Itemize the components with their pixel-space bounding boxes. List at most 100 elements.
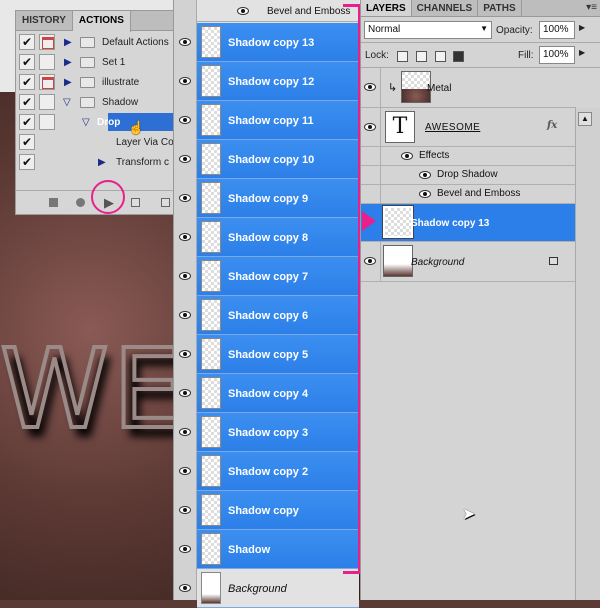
scroll-up-icon[interactable]: ▲: [578, 112, 592, 126]
effects-row[interactable]: Effects: [361, 147, 576, 166]
toggle-checkbox[interactable]: ✔: [19, 94, 35, 110]
eye-icon[interactable]: [179, 584, 191, 592]
new-action-icon[interactable]: [161, 198, 170, 207]
eye-icon[interactable]: [179, 389, 191, 397]
eye-icon[interactable]: [179, 350, 191, 358]
tab-layers[interactable]: LAYERS: [361, 0, 412, 16]
expand-triangle-icon[interactable]: ▶: [64, 37, 72, 48]
eye-icon[interactable]: [419, 190, 431, 198]
eye-icon[interactable]: [179, 116, 191, 124]
layer-thumbnail: [201, 65, 221, 97]
layer-row[interactable]: Shadow copy 8: [197, 218, 359, 257]
expand-triangle-icon[interactable]: ▶: [64, 57, 72, 68]
layer-row[interactable]: Shadow: [197, 530, 359, 569]
layer-row[interactable]: Shadow copy 10: [197, 140, 359, 179]
blend-mode-select[interactable]: Normal ▼: [364, 21, 492, 39]
layer-row[interactable]: Shadow copy 12: [197, 62, 359, 101]
toggle-checkbox[interactable]: ✔: [19, 54, 35, 70]
tab-history[interactable]: HISTORY: [16, 11, 73, 30]
visibility-cell[interactable]: [361, 68, 381, 107]
expand-triangle-icon[interactable]: ▶: [64, 77, 72, 88]
tab-paths[interactable]: PATHS: [478, 0, 522, 16]
scrollbar[interactable]: [575, 108, 600, 600]
dialog-toggle[interactable]: [39, 34, 55, 50]
layer-row[interactable]: Shadow copy 4: [197, 374, 359, 413]
eye-icon[interactable]: [179, 467, 191, 475]
eye-icon[interactable]: [179, 155, 191, 163]
layer-row[interactable]: Shadow copy: [197, 491, 359, 530]
collapse-triangle-icon[interactable]: ▽: [82, 117, 90, 128]
eye-icon[interactable]: [179, 545, 191, 553]
layer-thumbnail: [201, 299, 221, 331]
eye-icon[interactable]: [179, 38, 191, 46]
eye-icon[interactable]: [179, 428, 191, 436]
lock-position-icon[interactable]: [435, 51, 446, 62]
dialog-toggle[interactable]: [39, 94, 55, 110]
collapse-triangle-icon[interactable]: ▽: [63, 97, 71, 108]
eye-icon[interactable]: [364, 257, 376, 265]
layer-row[interactable]: Shadow copy 13: [197, 23, 359, 62]
tab-actions[interactable]: ACTIONS: [72, 11, 131, 32]
dialog-toggle[interactable]: [39, 54, 55, 70]
layer-thumbnail: [201, 260, 221, 292]
eye-icon[interactable]: [179, 77, 191, 85]
eye-icon[interactable]: [364, 83, 376, 91]
layer-row-shadow-copy-13[interactable]: Shadow copy 13: [361, 204, 576, 242]
opacity-arrow-icon[interactable]: ▶: [579, 23, 585, 32]
action-step-transform[interactable]: ✔ ▶ Transform c: [16, 152, 176, 172]
toggle-checkbox[interactable]: ✔: [19, 114, 35, 130]
dialog-toggle[interactable]: [39, 114, 55, 130]
action-set-illustrate[interactable]: ✔ ▶ illustrate: [16, 72, 176, 92]
opacity-input[interactable]: 100%: [539, 21, 575, 39]
layer-row[interactable]: Shadow copy 2: [197, 452, 359, 491]
eye-icon[interactable]: [364, 123, 376, 131]
bevel-emboss-effect-row[interactable]: Bevel and Emboss: [361, 185, 576, 204]
eye-icon[interactable]: [179, 506, 191, 514]
toggle-checkbox[interactable]: ✔: [19, 134, 35, 150]
expand-triangle-icon[interactable]: ▶: [98, 157, 106, 168]
eye-icon[interactable]: [179, 272, 191, 280]
new-set-icon[interactable]: [131, 198, 140, 207]
visibility-cell[interactable]: [361, 242, 381, 281]
layer-row[interactable]: Shadow copy 11: [197, 101, 359, 140]
fill-input[interactable]: 100%: [539, 46, 575, 64]
bevel-effect-row[interactable]: Bevel and Emboss: [197, 0, 359, 22]
action-set-set1[interactable]: ✔ ▶ Set 1: [16, 52, 176, 72]
eye-icon[interactable]: [419, 171, 431, 179]
layer-row[interactable]: Shadow copy 5: [197, 335, 359, 374]
action-step-layer-via-copy[interactable]: ✔ Layer Via Co: [16, 132, 176, 152]
lock-transparency-icon[interactable]: [397, 51, 408, 62]
lock-pixels-icon[interactable]: [416, 51, 427, 62]
action-drop[interactable]: ✔ ▽ Drop: [16, 112, 183, 132]
layer-row-awesome[interactable]: T AWESOME fx: [361, 108, 576, 147]
layer-row[interactable]: Shadow copy 6: [197, 296, 359, 335]
stop-icon[interactable]: [49, 198, 58, 207]
eye-icon[interactable]: [237, 7, 249, 15]
dialog-toggle[interactable]: [39, 74, 55, 90]
visibility-cell[interactable]: [361, 108, 381, 146]
layer-row-background[interactable]: Background: [197, 569, 359, 608]
record-icon[interactable]: [76, 198, 85, 207]
toggle-checkbox[interactable]: ✔: [19, 74, 35, 90]
drop-shadow-effect-row[interactable]: Drop Shadow: [361, 166, 576, 185]
eye-icon[interactable]: [179, 233, 191, 241]
action-set-default[interactable]: ✔ ▶ Default Actions: [16, 32, 176, 52]
layer-row-background[interactable]: Background: [361, 242, 576, 282]
layer-row-metal[interactable]: ↳ Metal: [361, 68, 576, 108]
action-set-shadow[interactable]: ✔ ▽ Shadow: [16, 92, 176, 112]
toggle-checkbox[interactable]: ✔: [19, 34, 35, 50]
eye-icon[interactable]: [401, 152, 413, 160]
layer-row[interactable]: Shadow copy 7: [197, 257, 359, 296]
action-label: Default Actions: [102, 36, 169, 48]
layer-row[interactable]: Shadow copy 3: [197, 413, 359, 452]
eye-icon[interactable]: [179, 194, 191, 202]
fill-arrow-icon[interactable]: ▶: [579, 48, 585, 57]
eye-icon[interactable]: [179, 311, 191, 319]
tab-channels[interactable]: CHANNELS: [412, 0, 479, 16]
toggle-checkbox[interactable]: ✔: [19, 154, 35, 170]
fx-icon[interactable]: fx: [547, 120, 557, 131]
panel-menu-icon[interactable]: ▾≡: [586, 2, 597, 13]
lock-all-icon[interactable]: [453, 51, 464, 62]
layer-thumbnail: [201, 104, 221, 136]
layer-row[interactable]: Shadow copy 9: [197, 179, 359, 218]
